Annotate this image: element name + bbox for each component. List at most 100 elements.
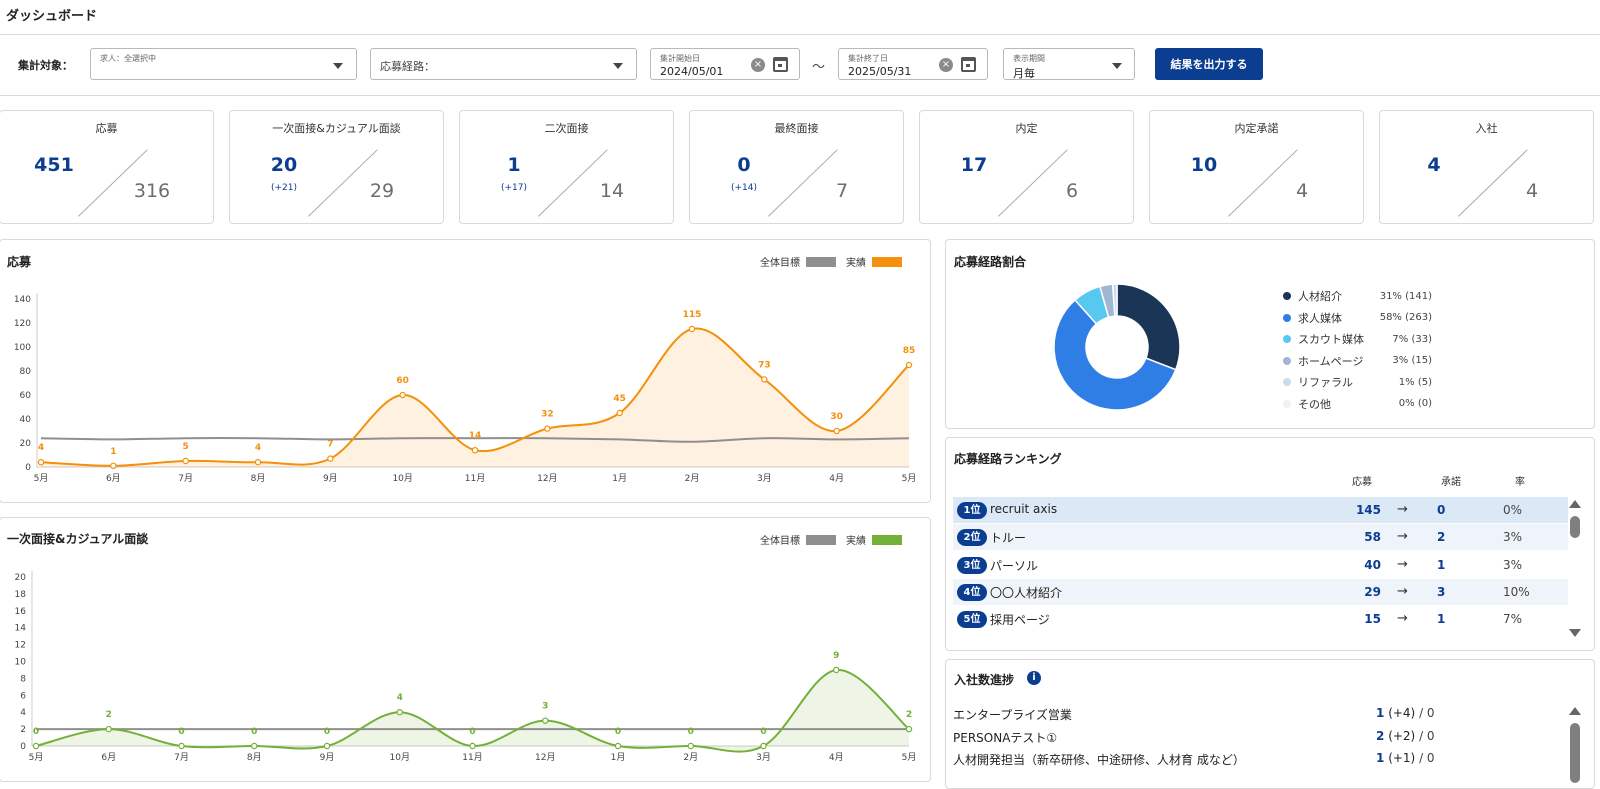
legend-dot xyxy=(1283,378,1291,386)
acceptance-rate: 10% xyxy=(1503,584,1530,599)
panel-title: 応募経路割合 xyxy=(954,255,1027,269)
data-label: 9 xyxy=(833,651,839,661)
legend-label: リファラル xyxy=(1298,376,1353,389)
data-label: 30 xyxy=(830,412,843,422)
period-select-label: 表示期間 xyxy=(1013,54,1045,63)
data-label: 0 xyxy=(760,727,766,737)
legend-label: スカウト媒体 xyxy=(1298,333,1364,346)
scroll-down-icon[interactable] xyxy=(1569,629,1581,637)
clear-icon[interactable]: × xyxy=(751,58,765,72)
x-tick-label: 9月 xyxy=(323,473,338,484)
x-tick-label: 6月 xyxy=(101,752,116,763)
kpi-card-final-interview: 最終面接 0 (+14) 7 xyxy=(689,110,904,224)
progress-value: 1 (+1) / 0 xyxy=(1376,751,1435,765)
ranking-row[interactable]: 1位 recruit axis 145 → 0 0% xyxy=(953,497,1568,523)
panel-title: 入社数進捗 xyxy=(954,673,1015,687)
ranking-row[interactable]: 4位 〇〇人材紹介 29 → 3 10% xyxy=(953,578,1568,605)
data-label: 0 xyxy=(688,727,694,737)
progress-count: 2 xyxy=(1376,728,1385,743)
arrow-right-icon: → xyxy=(1397,529,1408,545)
data-label: 0 xyxy=(324,727,330,737)
data-label: 4 xyxy=(38,443,44,453)
rank-badge: 3位 xyxy=(957,556,987,574)
clear-icon[interactable]: × xyxy=(939,58,953,72)
ranking-scrollbar-thumb[interactable] xyxy=(1570,516,1580,538)
data-point xyxy=(760,742,767,750)
arrow-right-icon: → xyxy=(1397,611,1408,627)
data-label: 0 xyxy=(33,727,39,737)
progress-count: 1 xyxy=(1376,706,1385,720)
progress-delta: (+2) xyxy=(1388,728,1416,743)
data-label: 4 xyxy=(397,693,403,703)
progress-scrollbar-thumb[interactable] xyxy=(1570,723,1580,783)
x-tick-label: 2月 xyxy=(685,473,700,484)
progress-goal: / 0 xyxy=(1419,751,1435,765)
progress-goal: / 0 xyxy=(1419,706,1435,720)
kpi-delta: (+17) xyxy=(500,183,527,193)
x-tick-label: 11月 xyxy=(462,752,482,763)
channel-name: パーソル xyxy=(990,558,1039,573)
kpi-target: 29 xyxy=(369,180,395,202)
data-label: 0 xyxy=(615,727,621,737)
y-tick-label: 2 xyxy=(20,725,26,735)
end-date-field[interactable]: 集計終了日 2025/05/31 × xyxy=(838,48,988,80)
y-tick-label: 60 xyxy=(20,391,32,401)
y-tick-label: 20 xyxy=(20,439,32,449)
accepted-count: 3 xyxy=(1437,584,1446,599)
data-point xyxy=(471,446,479,454)
job-select-label: 求人：全選択中 xyxy=(100,54,156,63)
data-point xyxy=(32,742,40,750)
applications-count: 29 xyxy=(1364,584,1381,599)
kpi-name: 内定 xyxy=(1015,122,1038,135)
x-tick-label: 5月 xyxy=(902,752,917,763)
channel-donut-chart xyxy=(1053,283,1181,411)
scroll-up-icon[interactable] xyxy=(1569,707,1581,715)
first-interview-chart-panel: 一次面接&カジュアル面談 全体目標 実績 0 2 4 6 8 10 12 14 16 18 20 5月… xyxy=(0,517,931,782)
progress-job-name: PERSONAテスト① xyxy=(953,730,1058,745)
progress-job-name: エンタープライズ営業 xyxy=(953,708,1072,722)
data-label: 0 xyxy=(251,727,257,737)
kpi-value: 4 xyxy=(1427,154,1441,176)
ranking-row[interactable]: 2位 トルー 58 → 2 3% xyxy=(953,524,1568,551)
ranking-row[interactable]: 3位 パーソル 40 → 1 3% xyxy=(953,551,1568,578)
info-icon[interactable]: i xyxy=(1027,671,1041,685)
start-date-label: 集計開始日 xyxy=(660,54,700,63)
legend-label: 求人媒体 xyxy=(1298,311,1342,325)
legend-label: その他 xyxy=(1298,397,1331,411)
donut-legend-item: 人材紹介 31% (141) xyxy=(1283,288,1432,304)
data-point xyxy=(327,455,334,462)
kpi-target: 7 xyxy=(835,180,849,202)
y-tick-label: 16 xyxy=(15,607,27,617)
data-point xyxy=(110,462,117,469)
arrow-right-icon: → xyxy=(1397,502,1408,517)
progress-job-name: 人材開発担当（新卒研修、中途研修、人材育 成など） xyxy=(953,753,1245,767)
ranking-row[interactable]: 5位 採用ページ 15 → 1 7% xyxy=(953,606,1568,633)
applications-count: 15 xyxy=(1364,612,1381,627)
period-select[interactable]: 表示期間 月毎 xyxy=(1003,48,1135,80)
donut-legend-item: その他 0% (0) xyxy=(1283,396,1432,412)
data-point xyxy=(616,409,623,417)
export-button[interactable]: 結果を出力する xyxy=(1155,48,1263,80)
data-point xyxy=(905,725,913,733)
legend-value: 7% (33) xyxy=(1392,333,1432,345)
x-tick-label: 3月 xyxy=(757,473,772,484)
legend-dot xyxy=(1283,356,1291,365)
donut-legend-item: 求人媒体 58% (263) xyxy=(1283,310,1432,326)
x-tick-label: 8月 xyxy=(251,473,266,484)
legend-label: 人材紹介 xyxy=(1298,290,1342,303)
legend-dot xyxy=(1283,292,1291,300)
start-date-value: 2024/05/01 xyxy=(660,65,724,78)
x-tick-label: 8月 xyxy=(247,752,262,763)
data-point xyxy=(761,376,768,383)
legend-dot xyxy=(1283,313,1291,322)
progress-delta: (+4) xyxy=(1388,706,1416,720)
scroll-up-icon[interactable] xyxy=(1569,500,1581,508)
data-label: 85 xyxy=(903,346,916,356)
data-label: 60 xyxy=(396,376,409,386)
job-select[interactable]: 求人：全選択中 xyxy=(90,48,357,80)
acceptance-rate: 0% xyxy=(1503,503,1523,517)
channel-select[interactable]: 応募経路： xyxy=(370,48,637,80)
start-date-field[interactable]: 集計開始日 2024/05/01 × xyxy=(650,48,800,80)
calendar-icon[interactable] xyxy=(773,57,788,72)
calendar-icon[interactable] xyxy=(961,57,976,72)
